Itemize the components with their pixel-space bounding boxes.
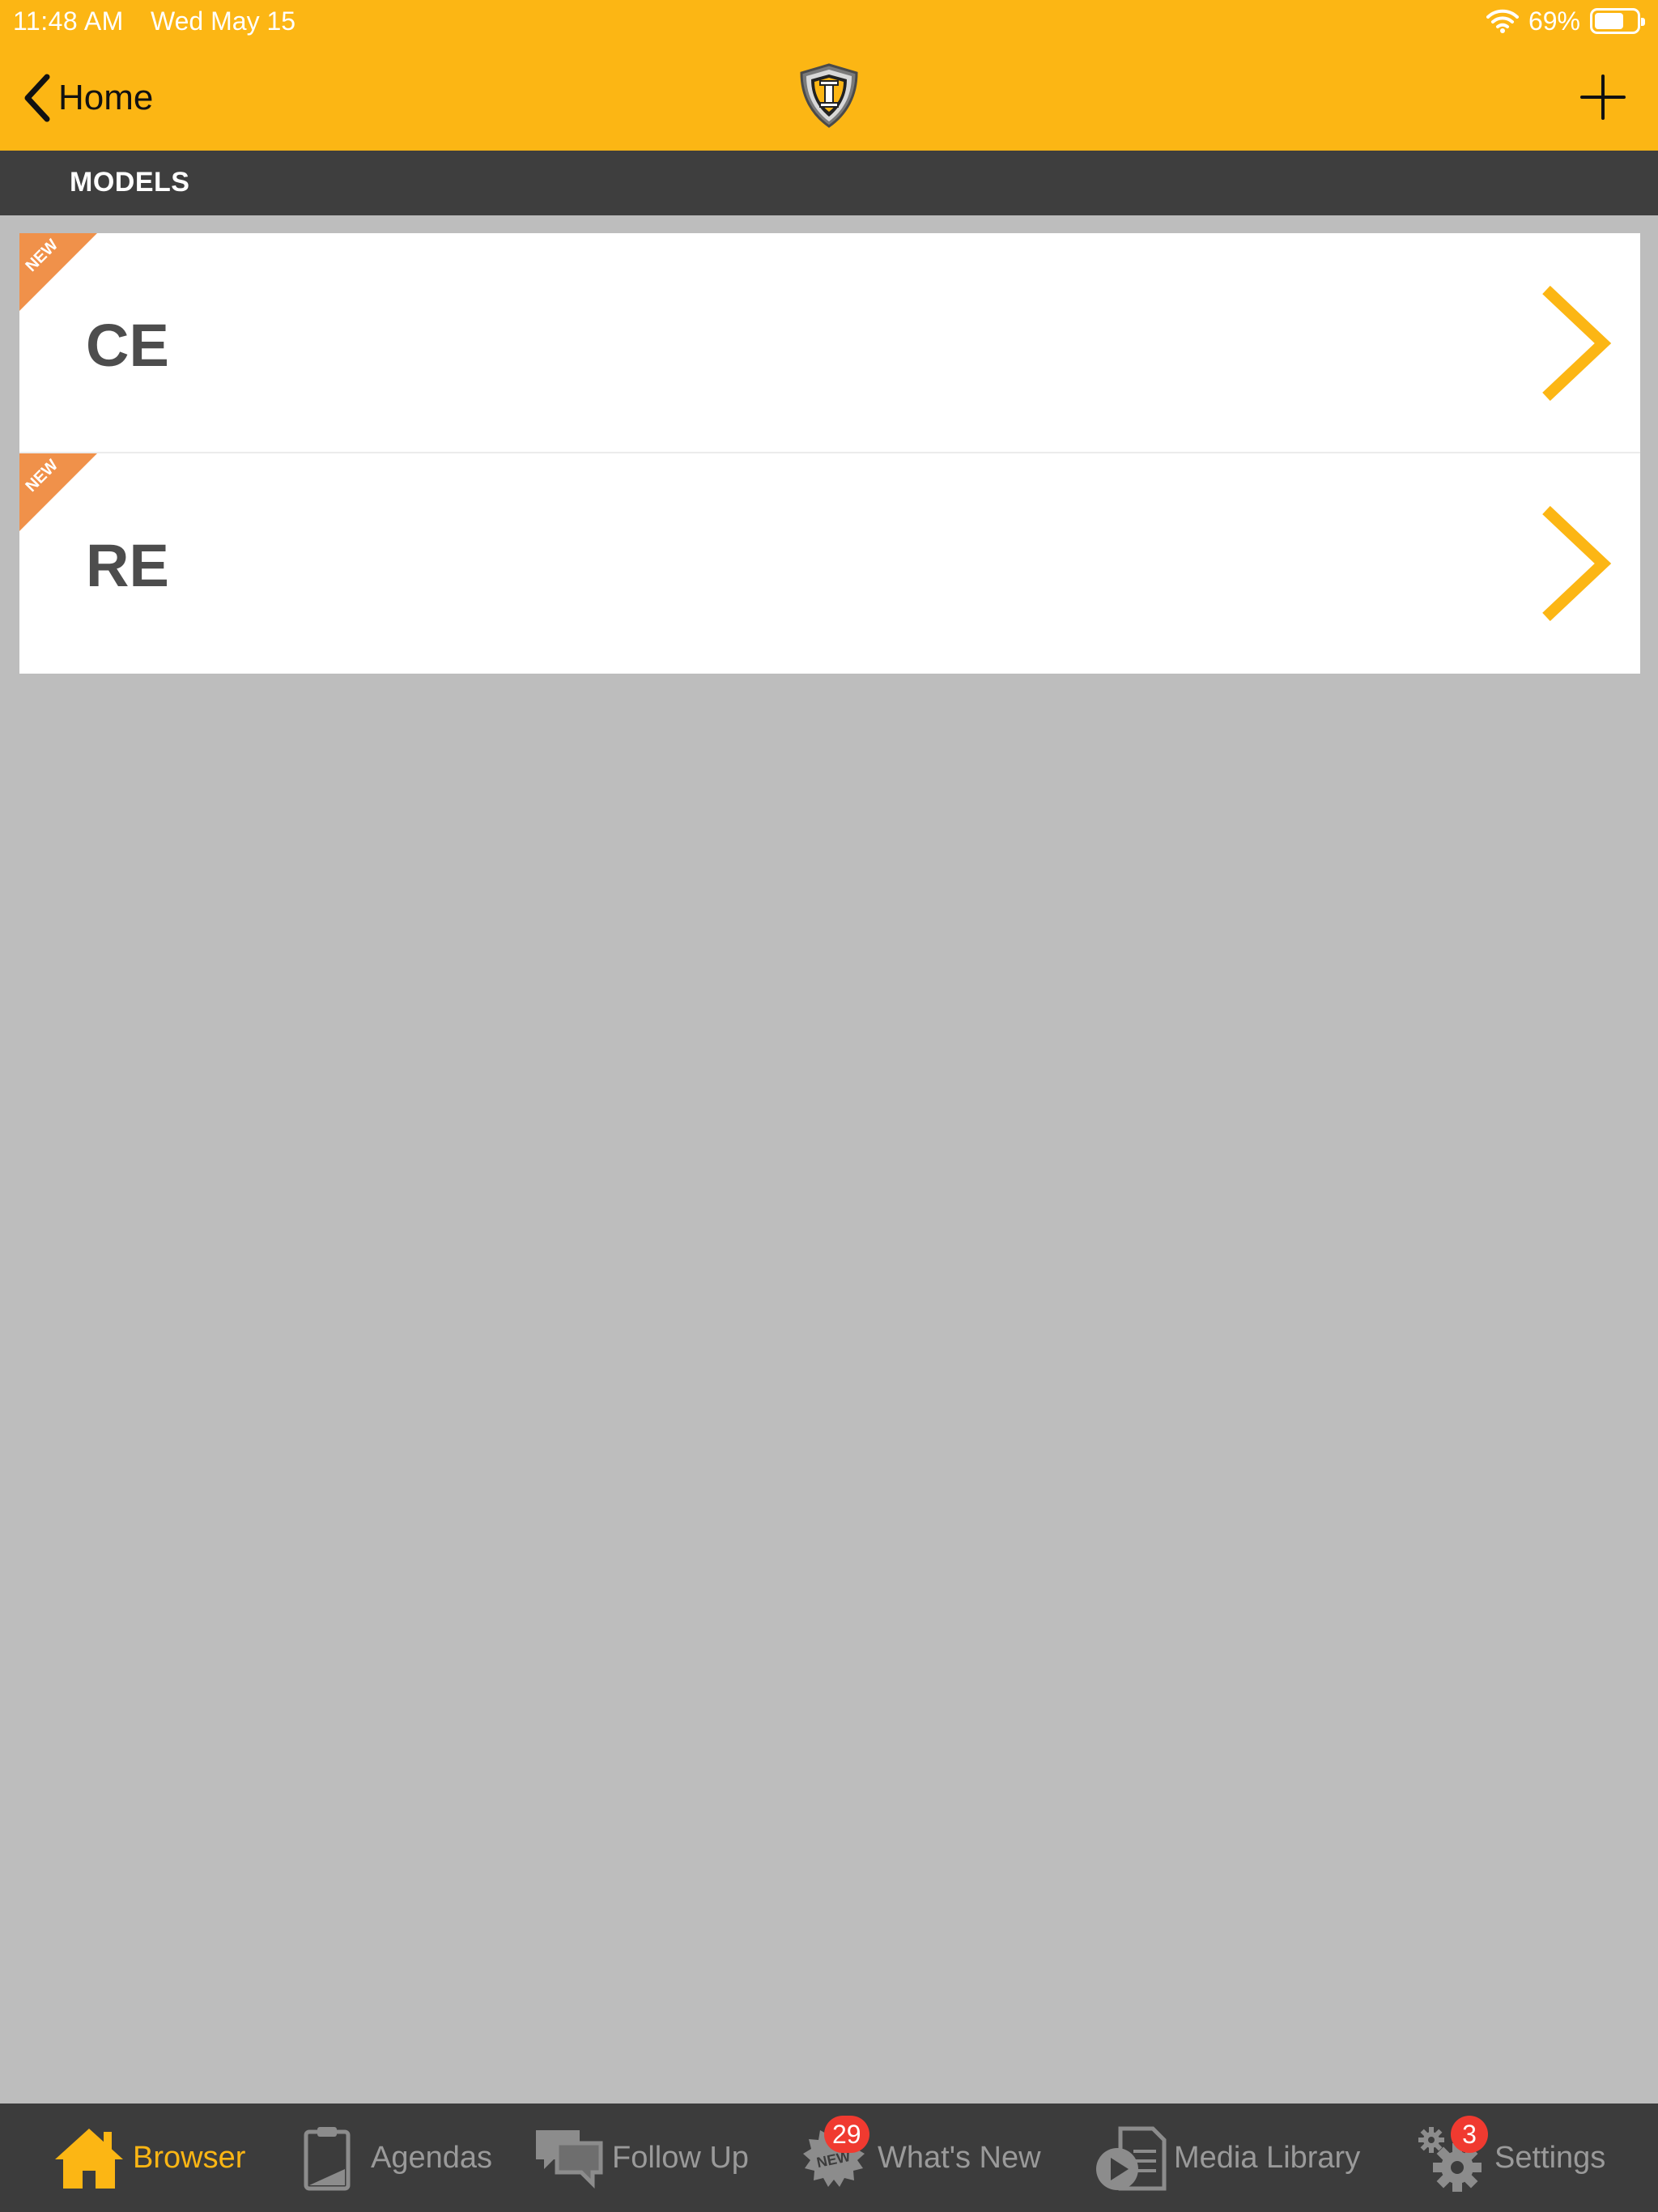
new-seal-icon: NEW 29 (795, 2116, 873, 2197)
gears-icon: 3 (1412, 2116, 1490, 2197)
tab-label: Settings (1494, 2140, 1606, 2175)
battery-fill (1595, 13, 1623, 29)
chevron-right-icon (1542, 285, 1612, 402)
tab-bar: Browser Agendas Follow Up NEW 29 What's … (0, 2104, 1658, 2212)
section-header: MODELS (0, 151, 1658, 215)
battery-icon (1590, 8, 1645, 34)
tab-browser[interactable]: Browser (50, 2104, 245, 2212)
tab-agendas[interactable]: Agendas (288, 2104, 492, 2212)
tab-label: Media Library (1174, 2140, 1361, 2175)
battery-nub (1641, 18, 1645, 26)
back-button[interactable]: Home (23, 70, 153, 126)
back-label: Home (58, 78, 154, 117)
tab-label: Follow Up (612, 2140, 749, 2175)
new-ribbon: NEW (19, 233, 97, 311)
wifi-icon (1486, 9, 1519, 33)
battery-percent: 69% (1528, 6, 1580, 36)
chat-bubbles-icon (529, 2119, 607, 2197)
media-file-icon (1091, 2119, 1169, 2197)
clipboard-icon (288, 2119, 366, 2197)
tab-media-library[interactable]: Media Library (1091, 2104, 1360, 2212)
tab-settings[interactable]: 3 Settings (1412, 2104, 1605, 2212)
status-date: Wed May 15 (151, 6, 296, 36)
tab-label: Agendas (371, 2140, 493, 2175)
tab-whats-new[interactable]: NEW 29 What's New (795, 2104, 1041, 2212)
notification-badge: 29 (824, 2116, 869, 2153)
list-item-ce[interactable]: NEW CE (19, 233, 1640, 453)
app: 11:48 AM Wed May 15 69% Home MODELS NEW … (0, 0, 1658, 2212)
new-ribbon: NEW (19, 453, 97, 531)
shield-logo-icon (800, 63, 858, 128)
plus-icon[interactable] (1577, 71, 1629, 123)
section-title: MODELS (70, 167, 190, 198)
home-icon (50, 2119, 128, 2197)
status-indicators: 69% (1486, 5, 1645, 37)
top-header: 11:48 AM Wed May 15 69% Home (0, 0, 1658, 151)
tab-follow-up[interactable]: Follow Up (529, 2104, 749, 2212)
list-item-label: CE (86, 312, 169, 379)
notification-badge: 3 (1451, 2116, 1488, 2153)
tab-label: What's New (878, 2140, 1041, 2175)
status-time: 11:48 AM (13, 6, 124, 36)
list-item-label: RE (86, 532, 169, 599)
list-item-re[interactable]: NEW RE (19, 453, 1640, 674)
tab-label: Browser (133, 2140, 246, 2175)
chevron-left-icon (24, 74, 50, 122)
chevron-right-icon (1542, 505, 1612, 622)
models-list: NEW CE NEW RE (19, 233, 1640, 674)
